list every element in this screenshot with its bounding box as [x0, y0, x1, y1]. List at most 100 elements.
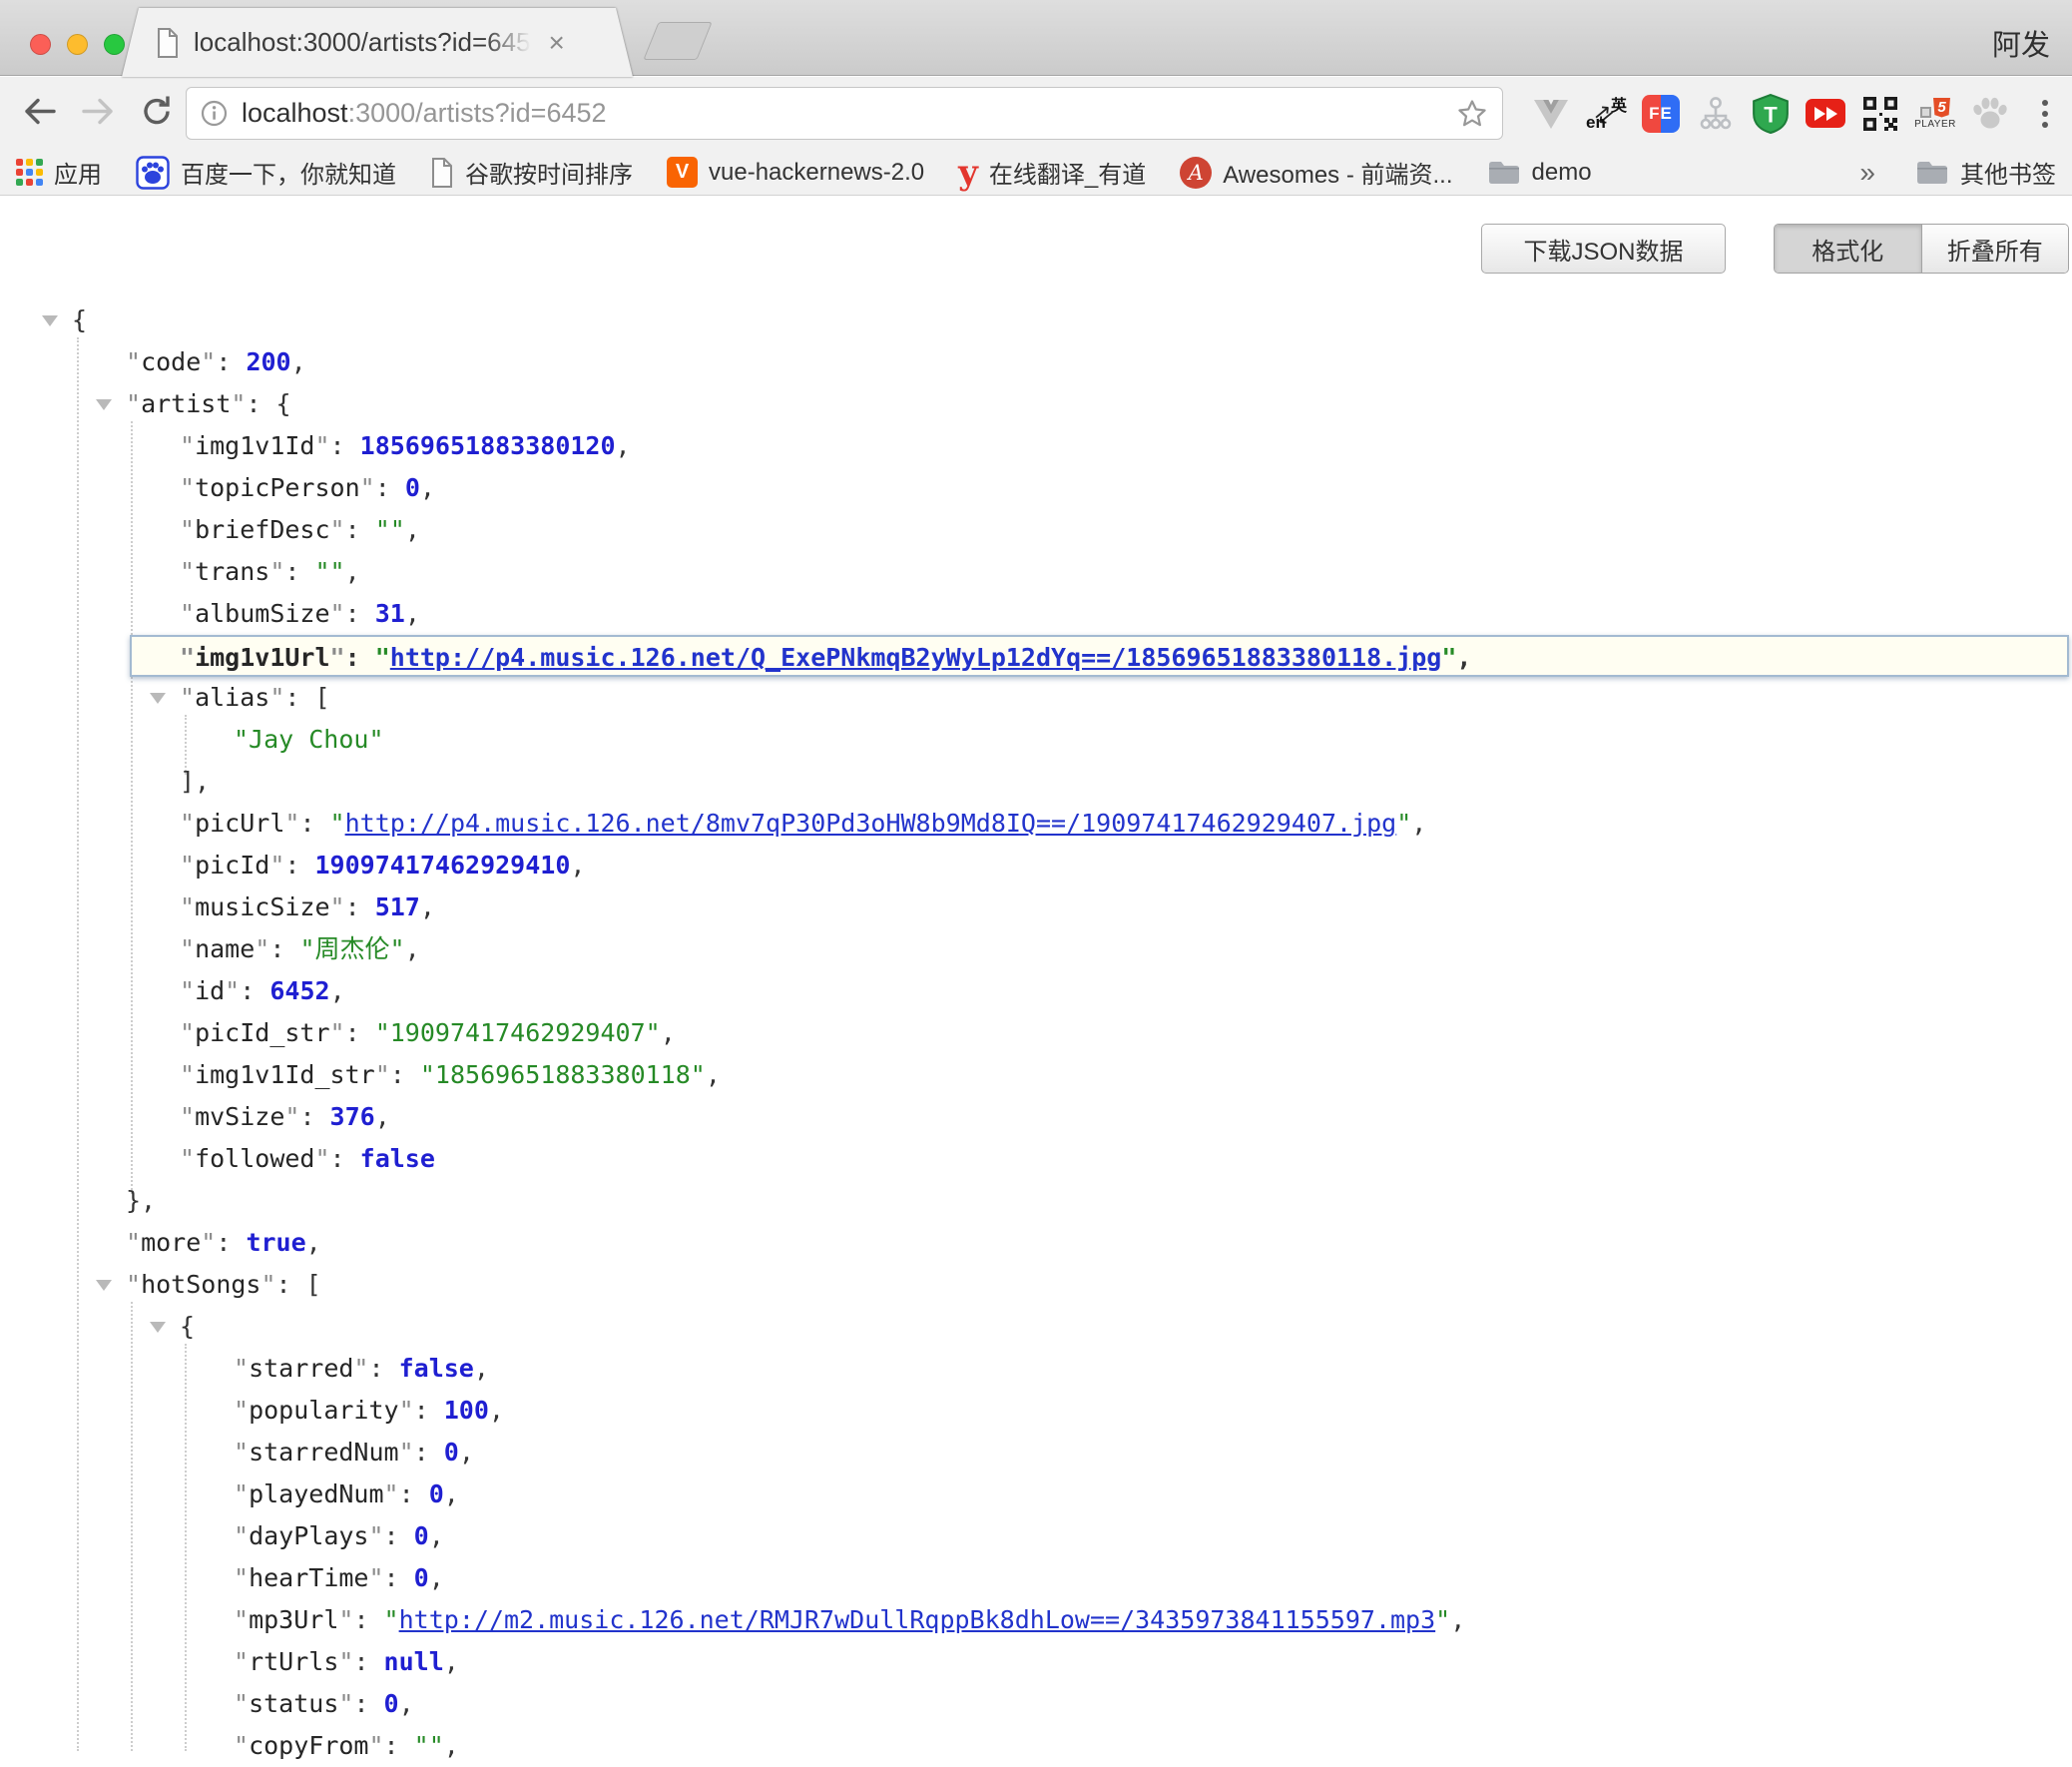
tab-title: localhost:3000/artists?id=645 [194, 27, 531, 58]
awesomes-icon: A [1180, 157, 1212, 189]
json-key-quote: " [330, 1018, 345, 1047]
json-line: "name": "周杰伦", [0, 928, 2072, 970]
json-key-quote: " [180, 557, 195, 586]
json-key-quote: " [269, 557, 284, 586]
json-value-number: 6452 [269, 976, 329, 1005]
json-key: trans [195, 557, 269, 586]
json-key-quote: " [180, 1102, 195, 1131]
tab-close-icon[interactable]: × [549, 29, 565, 57]
json-key-quote: " [399, 1396, 414, 1425]
json-key-quote: " [269, 683, 284, 712]
json-key: artist [141, 389, 231, 418]
back-button[interactable] [22, 96, 58, 131]
reload-button[interactable] [140, 94, 174, 133]
json-key-quote: " [180, 643, 195, 672]
tampermonkey-shield-icon[interactable]: T [1750, 92, 1792, 136]
json-comma: , [429, 1563, 444, 1592]
json-key: playedNum [249, 1479, 383, 1508]
window-titlebar: localhost:3000/artists?id=645 × 阿发 [0, 0, 2072, 76]
bookmarks-overflow-chevron[interactable]: » [1859, 157, 1875, 189]
download-json-button[interactable]: 下载JSON数据 [1481, 224, 1726, 274]
json-key-quote: " [126, 1228, 141, 1257]
paw-icon[interactable] [1969, 92, 2011, 136]
qr-code-icon[interactable] [1859, 92, 1901, 136]
json-comma: , [459, 1438, 474, 1467]
video-speed-icon[interactable] [1805, 92, 1846, 136]
json-comma: , [570, 851, 585, 880]
json-colon: : [399, 1479, 429, 1508]
json-comma: , [375, 1102, 390, 1131]
sitemap-icon[interactable] [1695, 92, 1737, 136]
collapse-toggle-icon[interactable] [42, 315, 58, 326]
close-window-icon[interactable] [30, 34, 51, 55]
json-key-quote: " [180, 976, 195, 1005]
json-line: "img1v1Id": 18569651883380120, [0, 425, 2072, 467]
page-file-icon [156, 28, 180, 58]
browser-tab[interactable]: localhost:3000/artists?id=645 × [122, 8, 633, 77]
bookmark-label: 在线翻译_有道 [989, 155, 1146, 190]
json-line: "trans": "", [0, 551, 2072, 593]
json-value-string: "周杰伦" [299, 934, 404, 963]
json-key-quote: " [180, 473, 195, 502]
json-line: "more": true, [0, 1222, 2072, 1264]
bookmark-item[interactable]: 应用 [16, 155, 102, 190]
json-line: "status": 0, [0, 1683, 2072, 1725]
address-bar[interactable]: localhost:3000/artists?id=6452 [186, 87, 1503, 140]
fe-helper-icon[interactable]: FE [1640, 92, 1682, 136]
collapse-toggle-icon[interactable] [96, 1280, 112, 1291]
json-key-quote: " [180, 431, 195, 460]
json-key-quote: " [180, 892, 195, 921]
bookmark-item[interactable]: y在线翻译_有道 [958, 155, 1146, 190]
json-string-quote: " [1441, 643, 1456, 672]
translate-icon[interactable]: 英 ⇄ en [1585, 92, 1627, 136]
json-key-quote: " [234, 1647, 249, 1676]
json-key-quote: " [126, 1270, 141, 1299]
bookmark-item[interactable]: 谷歌按时间排序 [430, 155, 633, 190]
json-value-link[interactable]: http://m2.music.126.net/RMJR7wDullRqppBk… [399, 1605, 1436, 1634]
json-colon: : [384, 1563, 414, 1592]
forward-button[interactable] [80, 96, 116, 131]
json-value-link[interactable]: http://p4.music.126.net/8mv7qP30Pd3oHW8b… [345, 809, 1397, 838]
new-tab-button[interactable] [643, 22, 712, 60]
profile-name[interactable]: 阿发 [1992, 22, 2050, 64]
json-key: starredNum [249, 1438, 399, 1467]
json-comma: , [399, 1689, 414, 1718]
json-value-number: 376 [330, 1102, 375, 1131]
bookmark-star-icon[interactable] [1456, 98, 1488, 130]
collapse-toggle-icon[interactable] [96, 399, 112, 410]
bookmark-label: 应用 [54, 155, 102, 190]
collapse-all-button[interactable]: 折叠所有 [1921, 225, 2069, 273]
json-key-quote: " [231, 389, 246, 418]
bookmark-item[interactable]: Vvue-hackernews-2.0 [667, 157, 924, 188]
bookmark-item[interactable]: 百度一下，你就知道 [136, 155, 396, 190]
html5-player-icon[interactable]: 5 PLAYER [1914, 92, 1956, 136]
json-value-link[interactable]: http://p4.music.126.net/Q_ExePNkmqB2yWyL… [390, 643, 1442, 672]
other-bookmarks-folder[interactable]: 其他书签 [1915, 155, 2056, 190]
json-bracket: { [276, 389, 291, 418]
json-key: musicSize [195, 892, 329, 921]
browser-menu-icon[interactable] [2024, 92, 2066, 136]
json-comma: , [420, 892, 435, 921]
json-key-quote: " [368, 1521, 383, 1550]
minimize-window-icon[interactable] [67, 34, 88, 55]
bookmark-item[interactable]: AAwesomes - 前端资... [1180, 155, 1452, 190]
bookmark-item[interactable]: demo [1487, 159, 1592, 187]
json-comma: , [706, 1060, 721, 1089]
json-key-quote: " [126, 389, 141, 418]
collapse-toggle-icon[interactable] [150, 1322, 166, 1333]
json-colon: : [345, 892, 375, 921]
collapse-toggle-icon[interactable] [150, 693, 166, 704]
json-bracket: ], [180, 767, 210, 796]
url-text[interactable]: localhost:3000/artists?id=6452 [242, 98, 607, 129]
json-key-quote: " [255, 934, 269, 963]
json-value-number: 0 [429, 1479, 444, 1508]
json-line: "artist": { [0, 383, 2072, 425]
vue-devtools-icon[interactable] [1530, 92, 1572, 136]
json-string-quote: " [330, 809, 345, 838]
site-info-icon[interactable] [201, 100, 228, 127]
json-string-quote: " [1396, 809, 1411, 838]
format-button[interactable]: 格式化 [1775, 225, 1921, 273]
json-value-string: "" [414, 1731, 444, 1760]
json-comma: , [1456, 643, 1471, 672]
json-colon: : [284, 851, 314, 880]
